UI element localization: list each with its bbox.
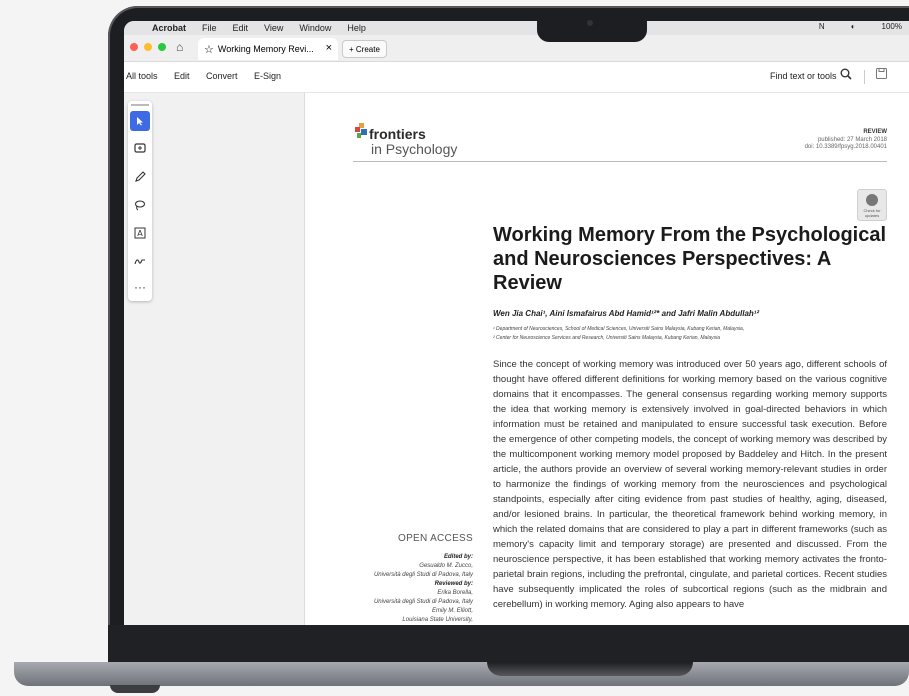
article-type: REVIEW: [863, 129, 887, 135]
close-window-button[interactable]: [130, 43, 138, 51]
left-pane: A ···: [124, 93, 304, 625]
edited-by-label: Edited by:: [443, 554, 473, 560]
article-title: Working Memory From the Psychological an…: [493, 224, 887, 294]
pdf-page: frontiers in Psychology REVIEW published…: [304, 93, 909, 625]
document-view: frontiers in Psychology REVIEW published…: [304, 93, 909, 625]
pen-icon[interactable]: [130, 167, 150, 187]
tab-bar: ⌂ ☆ Working Memory Revi... × + Create: [124, 35, 909, 62]
menubar: Acrobat File Edit View Window Help N ◐ 1…: [124, 21, 909, 35]
check-updates-badge[interactable]: Check for updates: [857, 189, 887, 221]
star-icon[interactable]: ☆: [204, 43, 214, 56]
menubar-item-file[interactable]: File: [202, 23, 217, 33]
menubar-item-edit[interactable]: Edit: [233, 23, 249, 33]
reviewer-2-name: Emily M. Elliott,: [431, 608, 473, 614]
text-box-icon[interactable]: A: [130, 223, 150, 243]
editor-name: Gesualdo M. Zucco,: [419, 563, 473, 569]
menubar-app-name[interactable]: Acrobat: [152, 23, 186, 33]
editor-block: Edited by: Gesualdo M. Zucco, Università…: [335, 553, 473, 625]
journal-subname: in Psychology: [371, 141, 458, 157]
tool-rail-grip[interactable]: [131, 104, 149, 106]
affiliation-1: ¹ Department of Neurosciences, School of…: [493, 326, 745, 332]
more-icon[interactable]: ···: [130, 277, 150, 297]
check-updates-text: Check for updates: [863, 208, 881, 218]
frontiers-logo-icon: [355, 123, 367, 138]
close-tab-icon[interactable]: ×: [326, 42, 332, 54]
menubar-item-help[interactable]: Help: [347, 23, 366, 33]
published-date: published: 27 March 2018: [817, 137, 887, 143]
laptop-base-notch: [487, 662, 693, 676]
screen: Acrobat File Edit View Window Help N ◐ 1…: [124, 21, 909, 625]
search-icon[interactable]: [840, 68, 852, 83]
camera-notch: [537, 12, 647, 42]
lasso-icon[interactable]: [130, 195, 150, 215]
reviewer-1-name: Erika Borella,: [437, 590, 473, 596]
journal-name: frontiers: [369, 126, 426, 142]
menubar-status: N ◐ 100%: [819, 22, 909, 31]
tab-title: Working Memory Revi...: [217, 44, 314, 54]
editor-affiliation: Università degli Studi di Padova, Italy: [373, 572, 473, 578]
find-text-button[interactable]: Find text or tools: [770, 71, 837, 81]
tab-document[interactable]: ☆ Working Memory Revi... ×: [198, 38, 338, 60]
signature-icon[interactable]: [130, 251, 150, 271]
home-icon[interactable]: ⌂: [176, 40, 183, 54]
reviewed-by-label: Reviewed by:: [434, 581, 473, 587]
status-icon[interactable]: ◐: [851, 22, 856, 31]
zoom-window-button[interactable]: [158, 43, 166, 51]
edit-menu[interactable]: Edit: [174, 71, 190, 81]
camera-icon: [587, 20, 593, 26]
toolbar: All tools Edit Convert E-Sign Find text …: [124, 62, 909, 93]
laptop-base: [14, 662, 909, 686]
save-icon[interactable]: [876, 68, 887, 82]
svg-text:A: A: [137, 229, 143, 238]
open-access-label: OPEN ACCESS: [398, 533, 473, 544]
laptop-chin: [108, 625, 909, 666]
comment-icon[interactable]: [130, 139, 150, 159]
menubar-item-window[interactable]: Window: [299, 23, 331, 33]
convert-menu[interactable]: Convert: [206, 71, 238, 81]
affiliation-2: ² Center for Neuroscience Services and R…: [493, 335, 721, 341]
esign-menu[interactable]: E-Sign: [254, 71, 281, 81]
abstract-text: Since the concept of working memory was …: [493, 359, 887, 610]
battery-percent[interactable]: 100%: [882, 22, 902, 31]
tool-rail: A ···: [128, 101, 152, 301]
laptop-foot: [110, 685, 160, 693]
create-button[interactable]: + Create: [342, 40, 387, 58]
notion-icon[interactable]: N: [819, 22, 825, 31]
minimize-window-button[interactable]: [144, 43, 152, 51]
cursor-icon[interactable]: [130, 111, 150, 131]
doi[interactable]: doi: 10.3389/fpsyg.2018.00401: [805, 144, 887, 150]
check-updates-icon: [866, 194, 878, 206]
reviewer-2-affiliation: Louisiana State University,: [402, 617, 473, 623]
article-authors: Wen Jia Chai¹, Aini Ismafairus Abd Hamid…: [493, 309, 760, 318]
toolbar-separator: [864, 70, 865, 84]
menubar-item-view[interactable]: View: [264, 23, 283, 33]
reviewer-1-affiliation: Università degli Studi di Padova, Italy: [373, 599, 473, 605]
all-tools-menu[interactable]: All tools: [126, 71, 158, 81]
header-divider: [353, 161, 887, 162]
